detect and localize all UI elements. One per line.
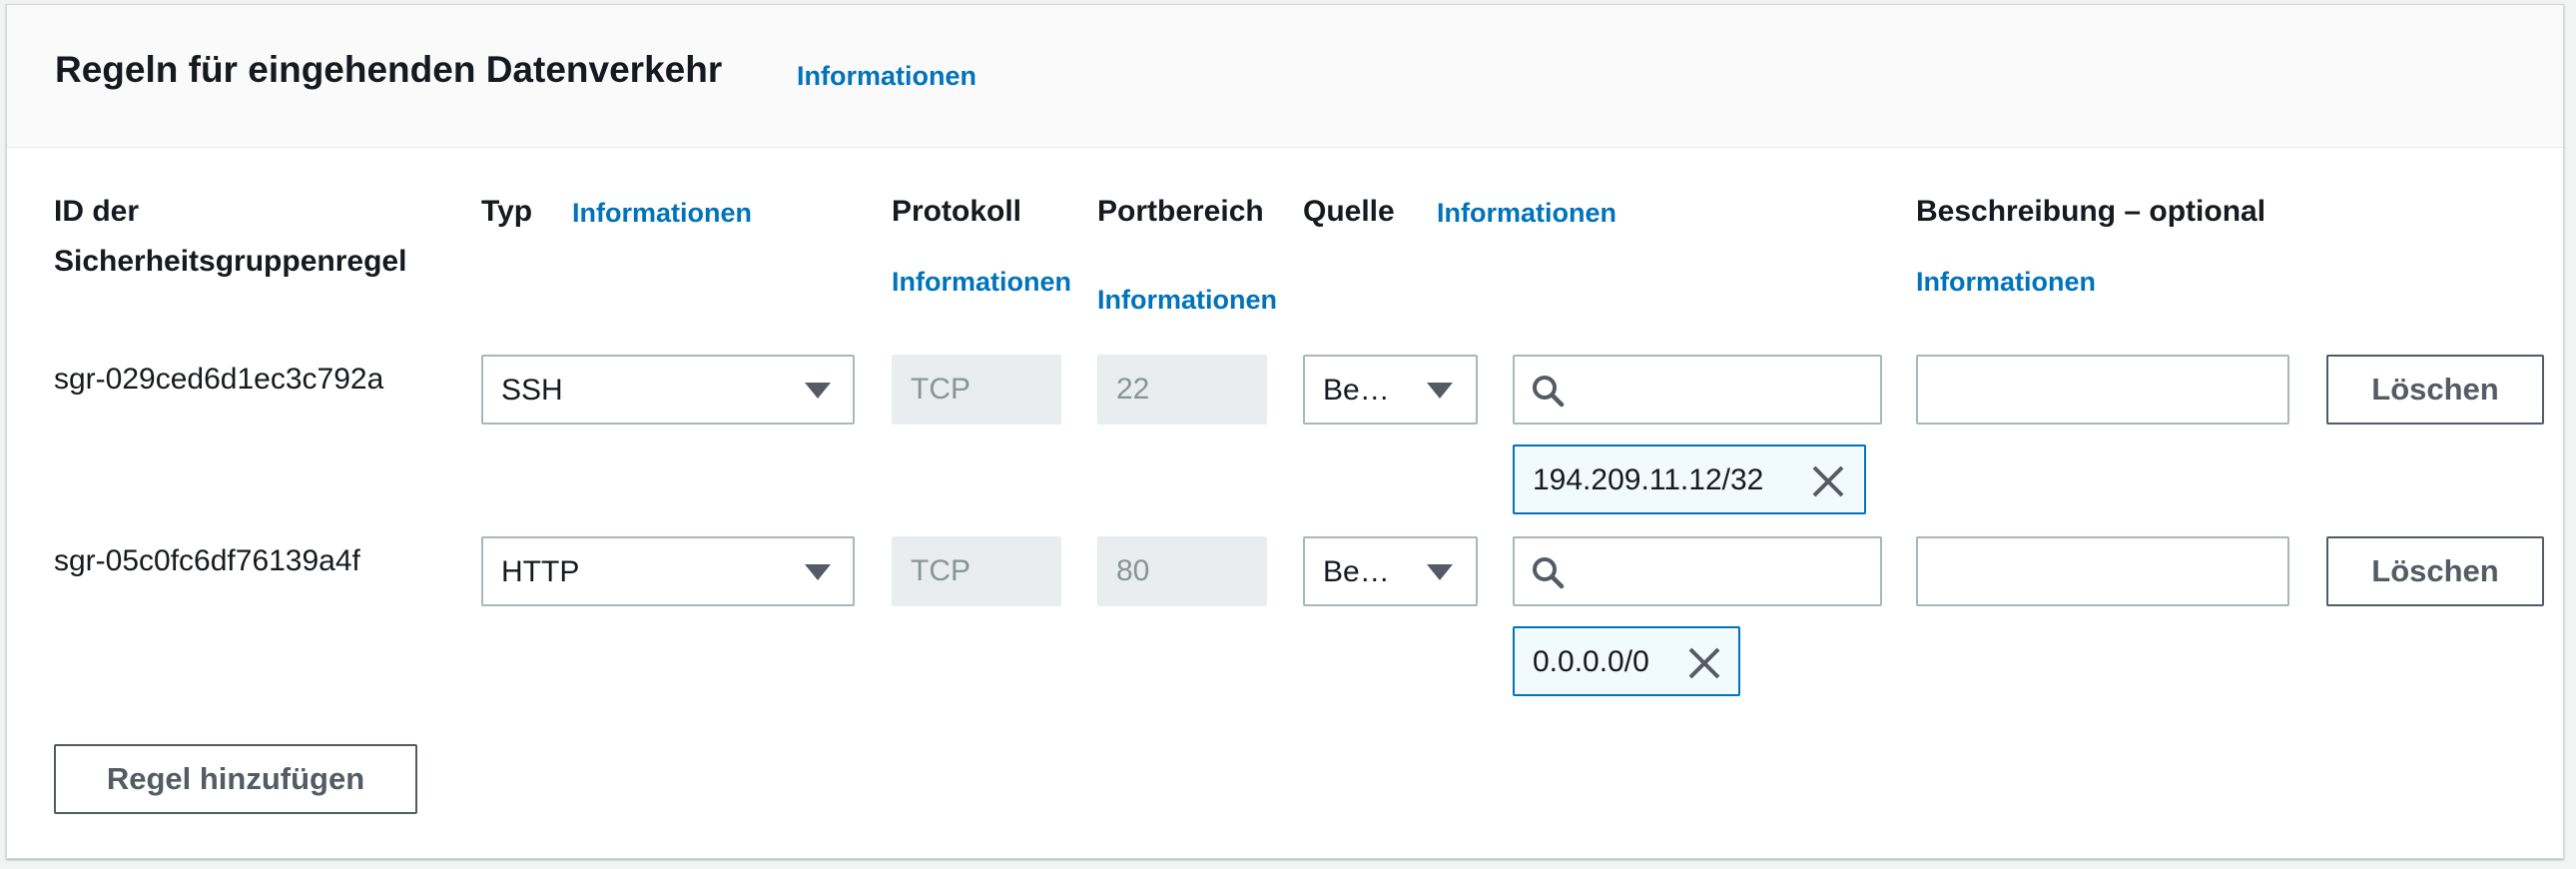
- protocol-value: TCP: [911, 373, 970, 406]
- close-icon[interactable]: [1810, 463, 1846, 499]
- port-range-field: 80: [1097, 536, 1267, 606]
- protocol-value: TCP: [911, 554, 970, 587]
- protocol-field: TCP: [892, 355, 1061, 425]
- caret-down-icon: [805, 564, 831, 580]
- delete-rule-button[interactable]: Löschen: [2326, 536, 2544, 606]
- add-rule-button[interactable]: Regel hinzufügen: [54, 744, 417, 814]
- search-icon: [1533, 557, 1565, 589]
- column-header-port: Portbereich: [1097, 195, 1264, 228]
- source-search-input[interactable]: [1513, 536, 1882, 606]
- section-title: Regeln für eingehenden Datenverkehr: [55, 49, 723, 90]
- protocol-field: TCP: [892, 536, 1061, 606]
- caret-down-icon: [805, 383, 831, 399]
- port-range-value: 22: [1116, 373, 1150, 406]
- source-mode-value: Be…: [1323, 555, 1390, 588]
- port-info-link[interactable]: Informationen: [1097, 285, 1277, 316]
- rule-id: sgr-029ced6d1ec3c792a: [54, 363, 384, 396]
- source-token-value: 0.0.0.0/0: [1533, 645, 1649, 678]
- column-header-protocol: Protokoll: [892, 195, 1022, 228]
- protocol-info-link[interactable]: Informationen: [892, 267, 1071, 298]
- column-header-id: ID der Sicherheitsgruppenregel: [54, 195, 407, 278]
- type-select-value: HTTP: [501, 555, 580, 588]
- port-range-value: 80: [1116, 554, 1150, 587]
- column-header-description: Beschreibung – optional: [1916, 195, 2266, 228]
- source-token: 194.209.11.12/32: [1513, 444, 1866, 514]
- search-icon: [1533, 376, 1565, 408]
- description-input[interactable]: [1916, 536, 2289, 606]
- source-info-link[interactable]: Informationen: [1437, 198, 1616, 229]
- delete-rule-button[interactable]: Löschen: [2326, 355, 2544, 425]
- source-token-value: 194.209.11.12/32: [1533, 463, 1764, 496]
- column-header-type: Typ: [481, 195, 533, 228]
- type-select[interactable]: HTTP: [481, 536, 855, 606]
- close-icon[interactable]: [1686, 645, 1722, 681]
- panel-header: Regeln für eingehenden Datenverkehr Info…: [7, 5, 2563, 148]
- description-info-link[interactable]: Informationen: [1916, 267, 2096, 298]
- type-select[interactable]: SSH: [481, 355, 855, 425]
- caret-down-icon: [1427, 564, 1453, 580]
- column-header-source: Quelle: [1303, 195, 1395, 228]
- source-mode-value: Be…: [1323, 374, 1390, 407]
- type-select-value: SSH: [501, 374, 563, 407]
- source-mode-select[interactable]: Be…: [1303, 536, 1478, 606]
- section-info-link[interactable]: Informationen: [797, 61, 976, 92]
- source-mode-select[interactable]: Be…: [1303, 355, 1478, 425]
- caret-down-icon: [1427, 383, 1453, 399]
- inbound-rules-panel: Regeln für eingehenden Datenverkehr Info…: [6, 4, 2564, 859]
- source-token: 0.0.0.0/0: [1513, 626, 1740, 696]
- rule-id: sgr-05c0fc6df76139a4f: [54, 544, 360, 577]
- source-search-input[interactable]: [1513, 355, 1882, 425]
- type-info-link[interactable]: Informationen: [572, 198, 752, 229]
- port-range-field: 22: [1097, 355, 1267, 425]
- description-input[interactable]: [1916, 355, 2289, 425]
